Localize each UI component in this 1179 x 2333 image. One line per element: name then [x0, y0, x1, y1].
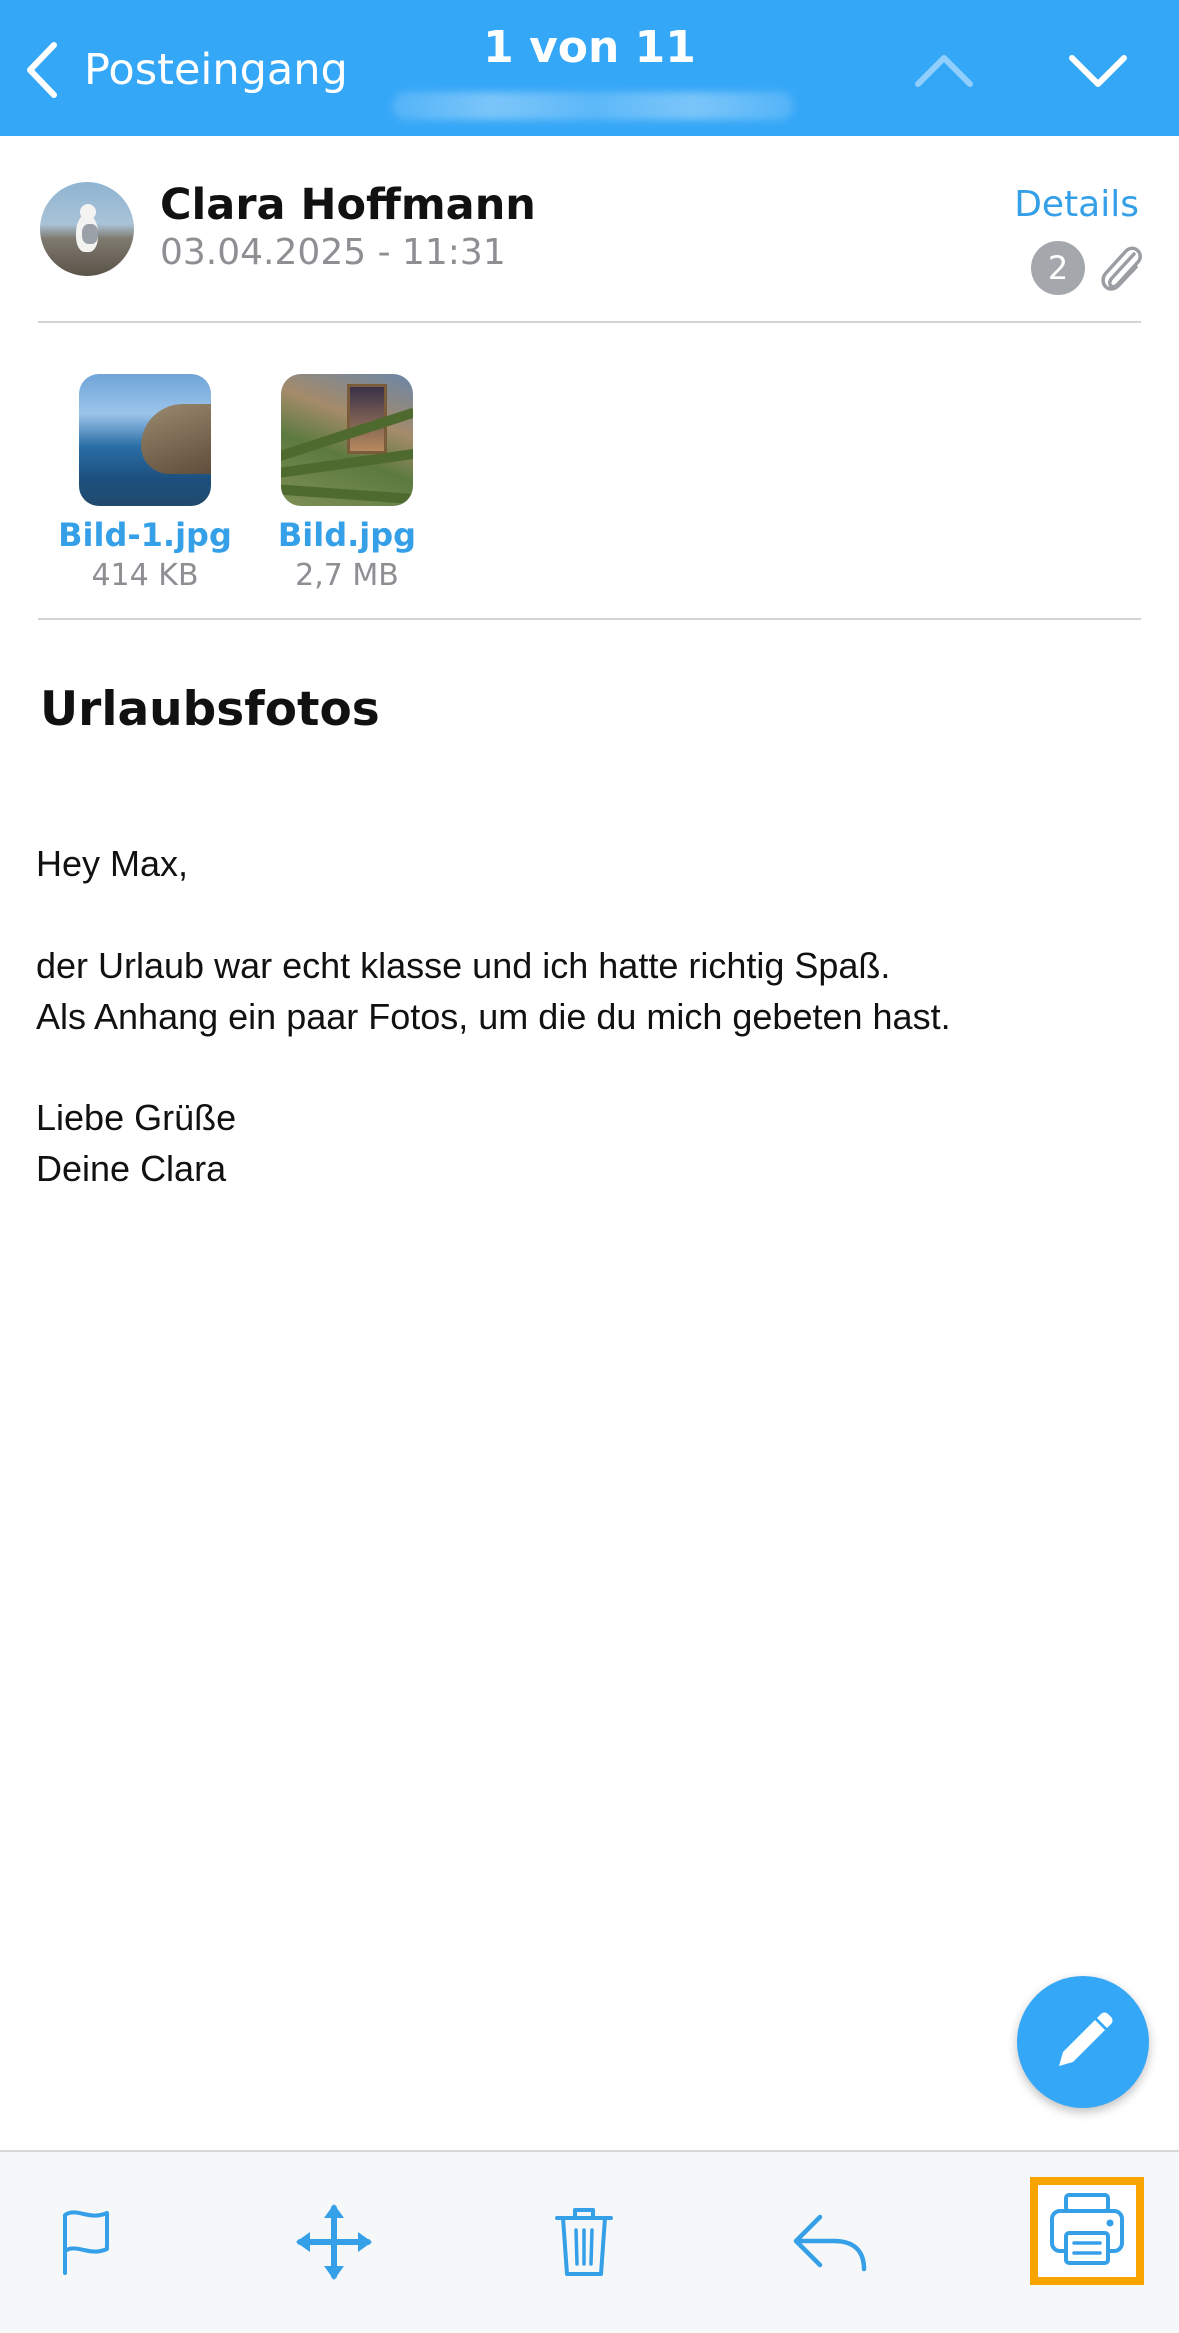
top-navigation-bar: Posteingang 1 von 11 — [0, 0, 1179, 136]
blurred-email-address — [392, 92, 794, 120]
trash-icon — [555, 2208, 613, 2276]
attachment-item[interactable]: Bild-1.jpg 414 KB — [45, 374, 245, 593]
reply-icon — [793, 2214, 867, 2272]
attachments-divider — [38, 618, 1141, 620]
sender-name[interactable]: Clara Hoffmann — [160, 180, 536, 230]
compose-button[interactable] — [1017, 1976, 1149, 2108]
chevron-up-icon[interactable] — [912, 40, 976, 100]
header-divider — [38, 321, 1141, 323]
message-signature: Deine Clara — [36, 1148, 227, 1189]
attachment-size: 2,7 MB — [295, 558, 399, 593]
print-icon — [1050, 2193, 1124, 2265]
attachment-count-badge: 2 — [1031, 241, 1085, 295]
message-greeting: Hey Max, — [36, 843, 189, 884]
avatar[interactable] — [40, 182, 134, 276]
message-line: Als Anhang ein paar Fotos, um die du mic… — [36, 996, 951, 1037]
details-link[interactable]: Details — [1014, 184, 1139, 225]
print-button[interactable] — [1030, 2177, 1144, 2285]
chevron-down-icon[interactable] — [1066, 40, 1130, 100]
attachment-item[interactable]: Bild.jpg 2,7 MB — [247, 374, 447, 593]
move-icon — [296, 2204, 372, 2280]
message-line: der Urlaub war echt klasse und ich hatte… — [36, 945, 891, 986]
message-counter: 1 von 11 — [483, 22, 696, 73]
paperclip-icon — [1101, 246, 1142, 291]
reply-button[interactable] — [780, 2192, 880, 2292]
pencil-icon — [1059, 2012, 1113, 2066]
mail-detail-screen: Posteingang 1 von 11 Clara Hoffmann 03.0… — [0, 0, 1179, 2333]
flag-icon — [63, 2210, 109, 2275]
sent-date: 03.04.2025 - 11:31 — [160, 232, 506, 273]
image-thumbnail — [281, 374, 413, 506]
bottom-toolbar — [0, 2150, 1179, 2333]
message-closing: Liebe Grüße — [36, 1097, 237, 1138]
move-button[interactable] — [284, 2192, 384, 2292]
attachment-name: Bild-1.jpg — [58, 516, 232, 554]
flag-button[interactable] — [36, 2192, 136, 2292]
message-subject: Urlaubsfotos — [40, 682, 380, 737]
attachment-size: 414 KB — [91, 558, 199, 593]
image-thumbnail — [79, 374, 211, 506]
attachment-name: Bild.jpg — [277, 516, 417, 554]
delete-button[interactable] — [534, 2192, 634, 2292]
